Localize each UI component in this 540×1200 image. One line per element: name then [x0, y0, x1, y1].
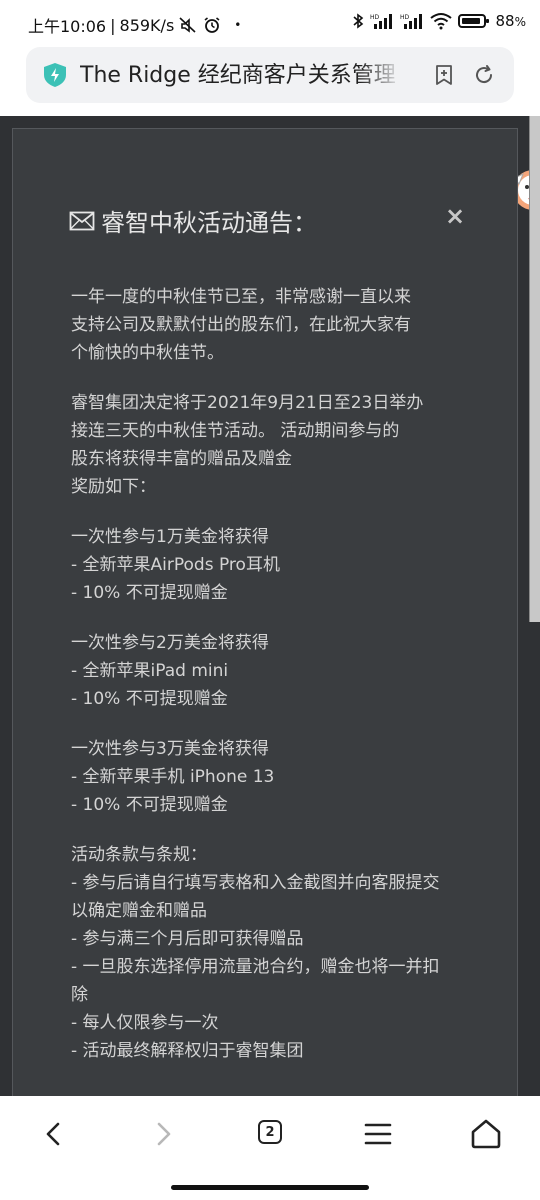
- forward-button[interactable]: [145, 1116, 181, 1152]
- notice-body: 一年一度的中秋佳节已至，非常感谢一直以来 支持公司及默默付出的股东们，在此祝大家…: [71, 283, 471, 1065]
- notice-line: 股东将获得丰富的赠品及赠金: [71, 449, 292, 469]
- notice-line: - 一旦股东选择停用流量池合约，赠金也将一并扣: [71, 957, 440, 977]
- alarm-icon: [204, 17, 220, 33]
- notification-dot-icon: •: [234, 18, 242, 32]
- mail-icon: [69, 211, 95, 230]
- svg-text:HD: HD: [400, 14, 410, 21]
- shield-icon[interactable]: [42, 62, 68, 88]
- mute-icon: [179, 17, 196, 33]
- notice-line: 个愉快的中秋佳节。: [71, 343, 224, 363]
- modal-title-text: 睿智中秋活动通告：: [101, 209, 317, 237]
- notice-line: 活动条款与条规：: [71, 845, 207, 865]
- notice-line: - 每人仅限参与一次: [71, 1013, 219, 1033]
- signal-hd-icon-2: HD: [400, 14, 422, 29]
- add-bookmark-button[interactable]: [432, 63, 456, 87]
- web-content: 睿智中秋活动通告： × 一年一度的中秋佳节已至，非常感谢一直以来 支持公司及默默…: [0, 116, 540, 1096]
- notice-line: 一次性参与1万美金将获得: [71, 527, 269, 547]
- notice-line: - 全新苹果AirPods Pro耳机: [71, 555, 280, 575]
- page-scrollbar[interactable]: [529, 116, 540, 622]
- notice-line: 睿智集团决定将于2021年9月21日至23日举办: [71, 393, 424, 413]
- refresh-button[interactable]: [472, 63, 496, 87]
- notice-line: 除: [71, 985, 88, 1005]
- battery-percent: 88: [495, 12, 515, 30]
- notice-line: 一年一度的中秋佳节已至，非常感谢一直以来: [71, 287, 411, 307]
- notice-line: - 10% 不可提现赠金: [71, 689, 228, 709]
- notice-line: - 参与满三个月后即可获得赠品: [71, 929, 304, 949]
- close-button[interactable]: ×: [445, 204, 465, 228]
- status-right: HD HD 88%: [352, 12, 527, 30]
- notice-line: - 参与后请自行填写表格和入金截图并向客服提交: [71, 873, 440, 893]
- status-net-speed: 859K/s: [119, 15, 175, 35]
- notice-line: 接连三天的中秋佳节活动。 活动期间参与的: [71, 421, 400, 441]
- notice-line: 一次性参与2万美金将获得: [71, 633, 269, 653]
- notice-line: - 全新苹果手机 iPhone 13: [71, 767, 275, 787]
- notice-line: 奖励如下：: [71, 477, 156, 497]
- tab-switcher-button[interactable]: 2: [258, 1120, 282, 1144]
- back-button[interactable]: [36, 1116, 72, 1152]
- svg-text:HD: HD: [370, 14, 380, 21]
- notice-line: 一次性参与3万美金将获得: [71, 739, 269, 759]
- wifi-icon: [429, 13, 452, 30]
- status-time: 上午10:06: [28, 17, 107, 36]
- notice-line: - 全新苹果iPad mini: [71, 661, 229, 681]
- status-left: 上午10:06 | 859K/s •: [28, 13, 241, 37]
- notice-modal: 睿智中秋活动通告： × 一年一度的中秋佳节已至，非常感谢一直以来 支持公司及默默…: [12, 128, 518, 1096]
- notice-line: 以确定赠金和赠品: [71, 901, 207, 921]
- page-title[interactable]: The Ridge 经纪商客户关系管理: [80, 60, 398, 92]
- home-button[interactable]: [468, 1116, 504, 1152]
- modal-title: 睿智中秋活动通告：: [69, 203, 317, 238]
- notice-line: 支持公司及默默付出的股东们，在此祝大家有: [71, 315, 411, 335]
- home-indicator[interactable]: [171, 1185, 369, 1190]
- notice-line: - 10% 不可提现赠金: [71, 795, 228, 815]
- bluetooth-icon: [352, 13, 363, 29]
- battery-unit: %: [514, 15, 526, 29]
- title-fade: [360, 56, 402, 96]
- notice-line: - 10% 不可提现赠金: [71, 583, 228, 603]
- signal-hd-icon: HD: [370, 14, 392, 29]
- status-bar: 上午10:06 | 859K/s • HD HD 88%: [0, 0, 540, 46]
- menu-button[interactable]: [360, 1116, 396, 1152]
- battery-level: 88%: [496, 12, 527, 30]
- notice-line: - 活动最终解释权归于睿智集团: [71, 1041, 304, 1061]
- status-separator: |: [110, 15, 116, 35]
- battery-icon: [457, 14, 489, 28]
